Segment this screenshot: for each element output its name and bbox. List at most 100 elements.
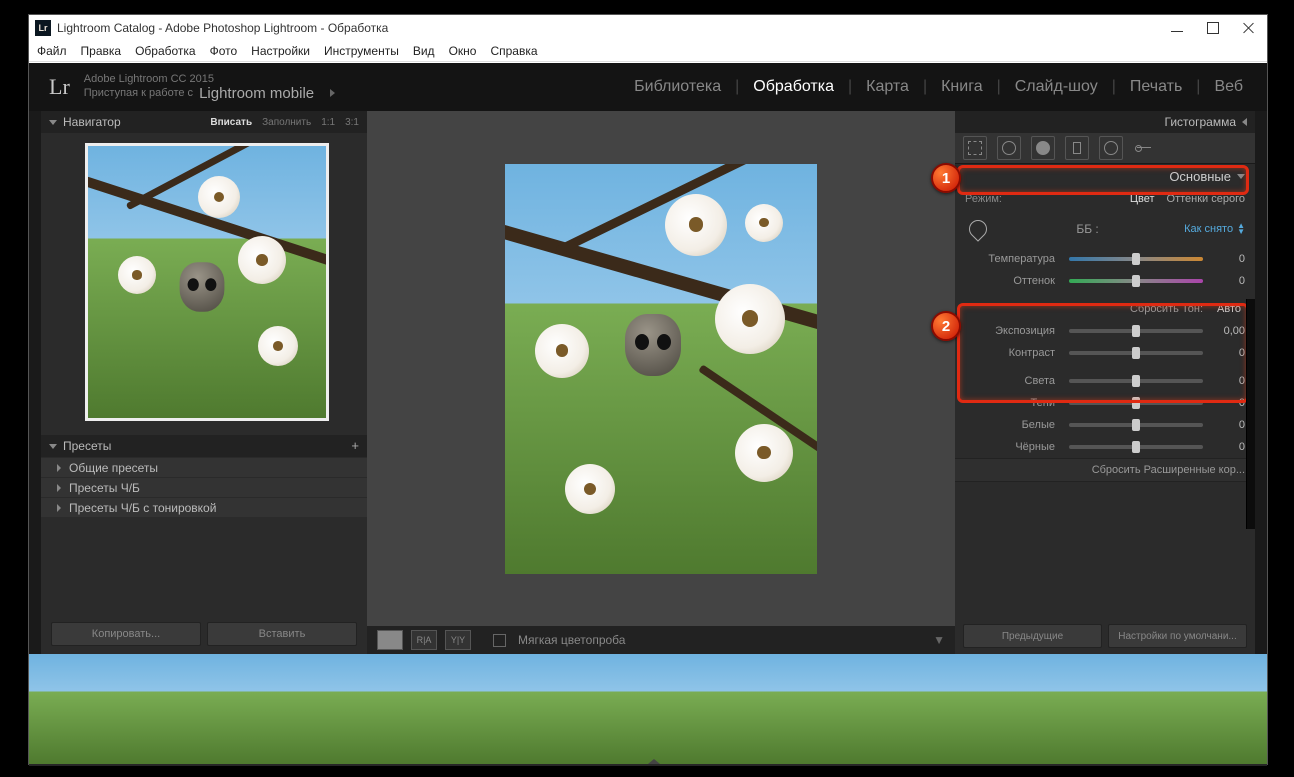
module-book[interactable]: Книга [937, 78, 986, 96]
filmstrip: 1 2 ◄ ► Предыдущий импорт 1 фото / 1 выб… [29, 654, 1267, 764]
menu-file[interactable]: Файл [37, 44, 67, 58]
crop-tool-icon[interactable] [963, 136, 987, 160]
menu-view[interactable]: Вид [413, 44, 435, 58]
temp-slider[interactable] [1069, 257, 1203, 261]
annotation-badge-1: 1 [931, 163, 961, 193]
photo-preview [505, 164, 817, 574]
identity-plate[interactable]: Adobe Lightroom CC 2015 Приступая к рабо… [84, 73, 335, 102]
whites-value[interactable]: 0 [1209, 419, 1245, 431]
gradient-tool-icon[interactable] [1065, 136, 1089, 160]
nav-fill[interactable]: Заполнить [262, 117, 311, 128]
wb-preset-select[interactable]: Как снято ▲▼ [1184, 223, 1245, 235]
presets-header[interactable]: Пресеты + [41, 435, 367, 457]
preset-folder[interactable]: Пресеты Ч/Б с тонировкой [41, 497, 367, 517]
exposure-slider[interactable] [1069, 329, 1203, 333]
module-library[interactable]: Библиотека [630, 78, 725, 96]
menu-tools[interactable]: Инструменты [324, 44, 399, 58]
temp-value[interactable]: 0 [1209, 253, 1245, 265]
histogram-header[interactable]: Гистограмма [955, 111, 1255, 133]
presets-list: Общие пресеты Пресеты Ч/Б Пресеты Ч/Б с … [41, 457, 367, 517]
highlights-value[interactable]: 0 [1209, 375, 1245, 387]
wb-label: ББ : [1076, 222, 1098, 236]
blacks-value[interactable]: 0 [1209, 441, 1245, 453]
add-preset-icon[interactable]: + [351, 438, 359, 453]
tone-reset-row: Сбросить Тон: Авто [955, 298, 1255, 320]
module-map[interactable]: Карта [862, 78, 913, 96]
tint-label: Оттенок [965, 275, 1063, 287]
nav-1to1[interactable]: 1:1 [321, 117, 335, 128]
chevron-left-icon [1242, 118, 1247, 126]
highlights-slider[interactable] [1069, 379, 1203, 383]
tone-reset-label[interactable]: Сбросить Тон: [965, 303, 1213, 315]
loupe-view-icon[interactable] [377, 630, 403, 650]
filmstrip-thumbs[interactable] [29, 676, 1267, 766]
chevron-down-icon [49, 444, 57, 449]
treatment-label: Режим: [965, 193, 1002, 205]
exposure-value[interactable]: 0,00 [1209, 325, 1245, 337]
radial-tool-icon[interactable] [1099, 136, 1123, 160]
before-after-yy-icon[interactable]: Y|Y [445, 630, 471, 650]
module-develop[interactable]: Обработка [749, 78, 838, 96]
preset-folder[interactable]: Общие пресеты [41, 457, 367, 477]
lr-logo: Lr [49, 74, 70, 100]
contrast-value[interactable]: 0 [1209, 347, 1245, 359]
spot-tool-icon[interactable] [997, 136, 1021, 160]
reset-defaults-button[interactable]: Настройки по умолчани... [1108, 624, 1247, 648]
toolbar-expand-icon[interactable]: ▼ [933, 633, 945, 647]
thumbnail[interactable] [39, 688, 99, 754]
close-button[interactable] [1243, 22, 1255, 34]
presence-reset[interactable]: Сбросить Расширенные кор... [955, 458, 1255, 482]
temp-row: Температура 0 [955, 248, 1255, 270]
preset-folder[interactable]: Пресеты Ч/Б [41, 477, 367, 497]
tone-auto-button[interactable]: Авто [1213, 303, 1245, 315]
maximize-button[interactable] [1207, 22, 1219, 34]
redeye-tool-icon[interactable] [1031, 136, 1055, 160]
menu-settings[interactable]: Настройки [251, 44, 310, 58]
bottom-panel-toggle-icon[interactable] [648, 759, 660, 764]
tint-value[interactable]: 0 [1209, 275, 1245, 287]
menu-develop[interactable]: Обработка [135, 44, 196, 58]
module-web[interactable]: Веб [1210, 78, 1247, 96]
softproof-checkbox[interactable] [493, 634, 506, 647]
temp-label: Температура [965, 253, 1063, 265]
basic-panel-header[interactable]: Основные [955, 164, 1255, 188]
module-picker: Lr Adobe Lightroom CC 2015 Приступая к р… [29, 63, 1267, 111]
contrast-slider[interactable] [1069, 351, 1203, 355]
menu-edit[interactable]: Правка [81, 44, 122, 58]
navigator-title: Навигатор [63, 115, 121, 129]
right-scroll-track[interactable] [1246, 299, 1255, 529]
nav-3to1[interactable]: 3:1 [345, 117, 359, 128]
navigator-preview[interactable] [85, 143, 329, 421]
copy-settings-button[interactable]: Копировать... [51, 622, 201, 646]
whites-slider[interactable] [1069, 423, 1203, 427]
whites-row: Белые 0 [955, 414, 1255, 436]
paste-settings-button[interactable]: Вставить [207, 622, 357, 646]
chevron-right-icon [57, 504, 61, 512]
minimize-button[interactable] [1171, 22, 1183, 34]
menu-window[interactable]: Окно [449, 44, 477, 58]
before-after-ra-icon[interactable]: R|A [411, 630, 437, 650]
blacks-slider[interactable] [1069, 445, 1203, 449]
menu-photo[interactable]: Фото [210, 44, 238, 58]
treatment-bw[interactable]: Оттенки серого [1167, 193, 1245, 205]
highlights-row: Света 0 [955, 370, 1255, 392]
treatment-color[interactable]: Цвет [1130, 193, 1155, 205]
menu-help[interactable]: Справка [490, 44, 537, 58]
left-edge-toggle[interactable] [29, 111, 41, 654]
center-toolbar: R|A Y|Y Мягкая цветопроба ▼ [367, 626, 955, 654]
shadows-slider[interactable] [1069, 401, 1203, 405]
contrast-row: Контраст 0 [955, 342, 1255, 364]
tint-row: Оттенок 0 [955, 270, 1255, 292]
module-slideshow[interactable]: Слайд-шоу [1011, 78, 1102, 96]
shadows-row: Тени 0 [955, 392, 1255, 414]
nav-fit[interactable]: Вписать [210, 117, 252, 128]
navigator-header[interactable]: Навигатор Вписать Заполнить 1:1 3:1 [41, 111, 367, 133]
module-print[interactable]: Печать [1126, 78, 1186, 96]
brush-tool-icon[interactable] [1133, 137, 1247, 159]
right-edge-toggle[interactable] [1255, 111, 1267, 654]
eyedropper-icon[interactable] [965, 216, 991, 242]
tint-slider[interactable] [1069, 279, 1203, 283]
image-stage[interactable] [367, 111, 955, 626]
shadows-value[interactable]: 0 [1209, 397, 1245, 409]
previous-button[interactable]: Предыдущие [963, 624, 1102, 648]
